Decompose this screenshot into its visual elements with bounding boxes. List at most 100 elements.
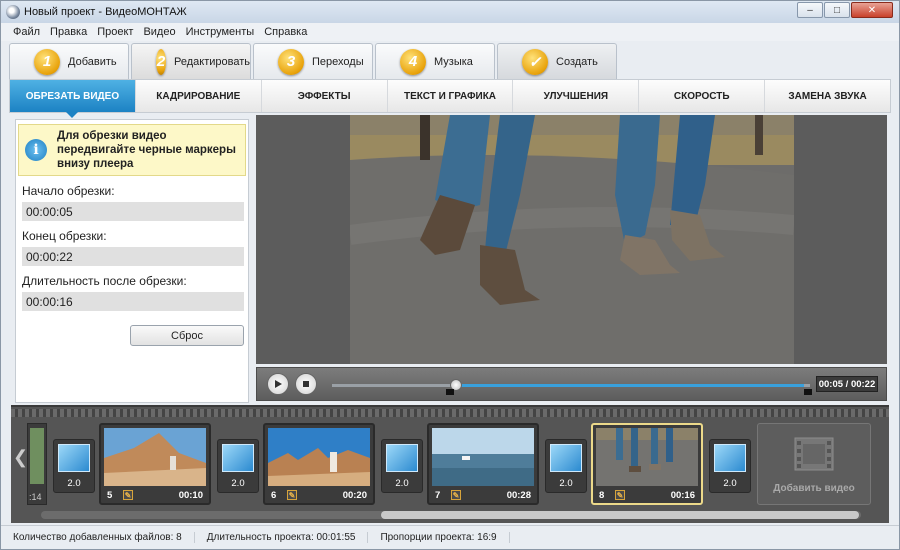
clip-number: 6 [271, 489, 277, 501]
tab-crop[interactable]: КАДРИРОВАНИЕ [134, 80, 261, 112]
edit-pencil-icon[interactable]: ✎ [451, 490, 461, 500]
trim-end-marker[interactable] [804, 389, 812, 395]
edit-pencil-icon[interactable]: ✎ [615, 490, 625, 500]
clip-partial[interactable]: :14 [27, 423, 47, 505]
timeline-clip-selected[interactable]: 8 ✎ 00:16 [591, 423, 703, 505]
clip-footer: 8 ✎ 00:16 [593, 487, 701, 503]
film-reel-icon [794, 437, 834, 471]
transition-duration: 2.0 [231, 478, 245, 489]
player-controls: 00:05 / 00:22 [256, 367, 887, 401]
transition-duration: 2.0 [559, 478, 573, 489]
seek-progress [456, 384, 804, 387]
menu-tools[interactable]: Инструменты [186, 26, 255, 38]
aspect-ratio: Пропорции проекта: 16:9 [368, 532, 510, 543]
edit-pencil-icon[interactable]: ✎ [287, 490, 297, 500]
clip-duration: :14 [29, 492, 42, 502]
step-label: Музыка [434, 55, 473, 68]
close-button[interactable]: ✕ [851, 2, 893, 18]
clip-duration: 00:20 [342, 489, 367, 501]
menu-help[interactable]: Справка [264, 26, 307, 38]
window-title: Новый проект - ВидеоМОНТАЖ [24, 6, 187, 18]
step-add[interactable]: 1 Добавить [9, 43, 129, 79]
clip-thumbnail [432, 428, 534, 486]
clip-number: 5 [107, 489, 113, 501]
transition-slot[interactable]: 2.0 [217, 439, 259, 493]
tab-speed[interactable]: СКОРОСТЬ [638, 80, 764, 112]
tab-text-graphics[interactable]: ТЕКСТ И ГРАФИКА [386, 80, 513, 112]
step-label: Добавить [68, 55, 117, 68]
step-number-badge: 4 [400, 48, 426, 75]
step-label: Создать [556, 55, 598, 68]
maximize-button[interactable]: □ [824, 2, 850, 18]
timeline-clip[interactable]: 6 ✎ 00:20 [263, 423, 375, 505]
duration-after-trim-field: 00:00:16 [22, 292, 244, 311]
tab-effects[interactable]: ЭФФЕКТЫ [260, 80, 387, 112]
duration-after-trim-label: Длительность после обрезки: [22, 274, 187, 288]
time-display: 00:05 / 00:22 [816, 376, 878, 392]
trim-start-marker[interactable] [446, 389, 454, 395]
app-icon [6, 5, 20, 19]
add-video-button[interactable]: Добавить видео [757, 423, 871, 505]
step-create[interactable]: ✓ Создать [497, 43, 617, 79]
app-window: Новый проект - ВидеоМОНТАЖ – □ ✕ Файл Пр… [0, 0, 900, 550]
info-icon: i [25, 139, 47, 161]
clip-number: 7 [435, 489, 441, 501]
transition-duration: 2.0 [395, 478, 409, 489]
step-number-badge: 1 [34, 48, 60, 75]
edit-pencil-icon[interactable]: ✎ [123, 490, 133, 500]
transition-duration: 2.0 [67, 478, 81, 489]
menu-bar: Файл Правка Проект Видео Инструменты Спр… [1, 23, 899, 41]
hint-box: i Для обрезки видео передвигайте черные … [18, 124, 246, 176]
title-bar: Новый проект - ВидеоМОНТАЖ – □ ✕ [1, 1, 899, 23]
trim-end-label: Конец обрезки: [22, 229, 107, 243]
step-label: Переходы [312, 55, 364, 68]
transition-icon [222, 444, 254, 472]
timeline-clip[interactable]: 7 ✎ 00:28 [427, 423, 539, 505]
clip-footer: 6 ✎ 00:20 [265, 487, 373, 503]
scroll-left-icon[interactable]: ❮ [13, 447, 28, 468]
step-number-badge: 3 [278, 48, 304, 75]
menu-file[interactable]: Файл [13, 26, 40, 38]
menu-video[interactable]: Видео [143, 26, 175, 38]
trim-start-field[interactable]: 00:00:05 [22, 202, 244, 221]
seek-bar[interactable] [332, 379, 812, 395]
checkmark-icon: ✓ [522, 48, 548, 75]
stop-button[interactable] [295, 373, 317, 395]
status-bar: Количество добавленных файлов: 8 Длитель… [1, 525, 899, 549]
menu-project[interactable]: Проект [97, 26, 133, 38]
step-transitions[interactable]: 3 Переходы [253, 43, 373, 79]
transition-slot[interactable]: 2.0 [709, 439, 751, 493]
clip-footer: 5 ✎ 00:10 [101, 487, 209, 503]
step-edit[interactable]: 2 Редактировать [131, 43, 251, 79]
transition-duration: 2.0 [723, 478, 737, 489]
timeline-scrollbar[interactable] [41, 511, 861, 519]
clip-thumbnail [268, 428, 370, 486]
transition-slot[interactable]: 2.0 [381, 439, 423, 493]
transition-icon [714, 444, 746, 472]
clip-footer: 7 ✎ 00:28 [429, 487, 537, 503]
tab-replace-audio[interactable]: ЗАМЕНА ЗВУКА [764, 80, 890, 112]
video-player [256, 115, 887, 364]
step-music[interactable]: 4 Музыка [375, 43, 495, 79]
clip-duration: 00:28 [506, 489, 531, 501]
video-frame[interactable] [350, 115, 794, 364]
transition-icon [58, 444, 90, 472]
transition-slot[interactable]: 2.0 [53, 439, 95, 493]
menu-edit[interactable]: Правка [50, 26, 87, 38]
tab-trim-video[interactable]: ОБРЕЗАТЬ ВИДЕО [10, 80, 135, 118]
play-button[interactable] [267, 373, 289, 395]
transition-slot[interactable]: 2.0 [545, 439, 587, 493]
minimize-button[interactable]: – [797, 2, 823, 18]
play-icon [275, 380, 282, 388]
step-label: Редактировать [174, 55, 250, 68]
workflow-steps: 1 Добавить 2 Редактировать 3 Переходы 4 … [9, 43, 617, 79]
timeline-clip[interactable]: 5 ✎ 00:10 [99, 423, 211, 505]
stop-icon [303, 381, 309, 387]
film-perforation [11, 409, 889, 417]
reset-button[interactable]: Сброс [130, 325, 244, 346]
timeline-scroll-thumb[interactable] [381, 511, 859, 519]
trim-end-field[interactable]: 00:00:22 [22, 247, 244, 266]
clip-thumbnail [596, 428, 698, 486]
tab-enhancements[interactable]: УЛУЧШЕНИЯ [512, 80, 638, 112]
clip-thumbnail [104, 428, 206, 486]
